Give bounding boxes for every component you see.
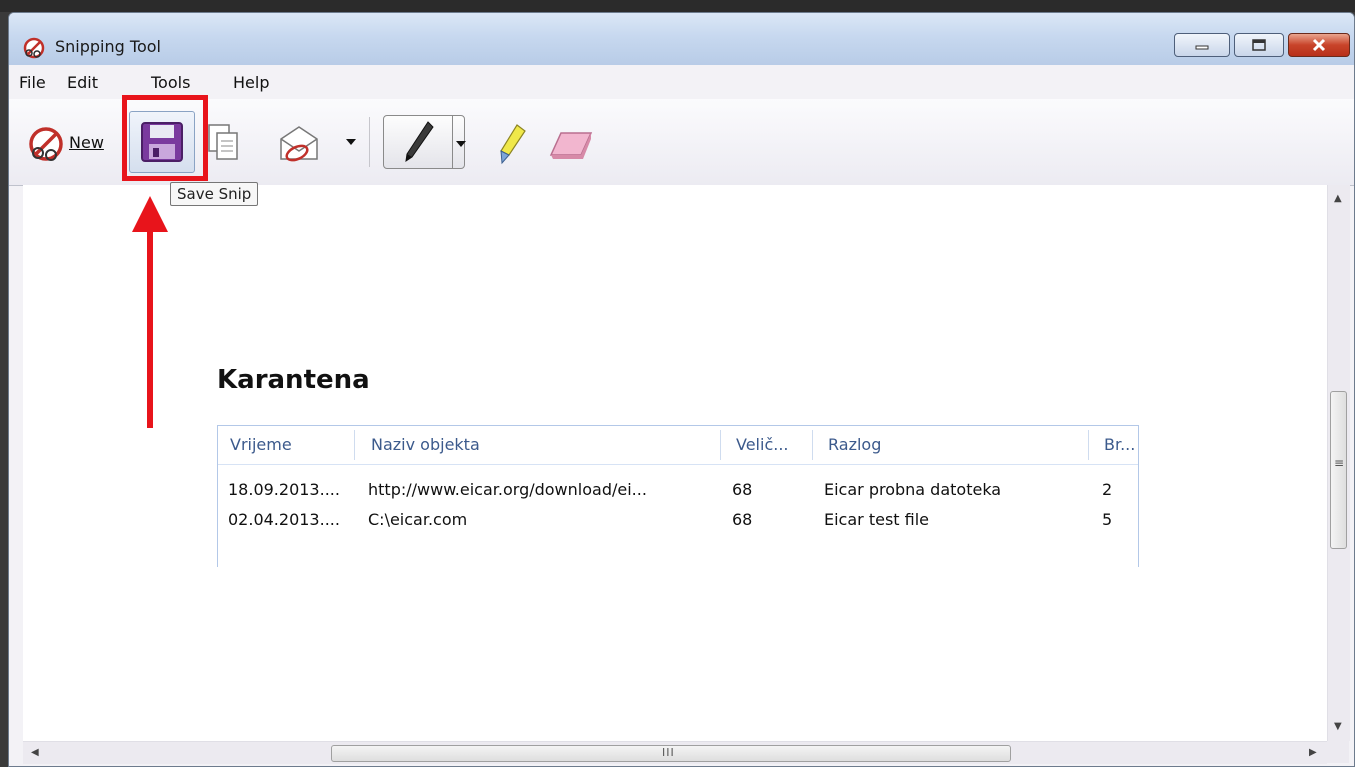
pen-icon bbox=[405, 121, 434, 163]
column-header: Velič... bbox=[736, 435, 789, 454]
table-cell: 68 bbox=[732, 480, 753, 499]
table-cell: C:\eicar.com bbox=[368, 510, 468, 529]
scroll-right-icon[interactable]: ▶ bbox=[1309, 747, 1317, 758]
minimize-icon bbox=[1195, 45, 1209, 50]
maximize-icon bbox=[1252, 39, 1266, 51]
resize-grip-icon[interactable] bbox=[1327, 741, 1349, 763]
copy-icon[interactable] bbox=[207, 123, 241, 163]
eraser-icon[interactable] bbox=[547, 127, 595, 161]
highlighter-icon[interactable] bbox=[495, 121, 529, 167]
thumb-grip-icon: III bbox=[662, 746, 675, 759]
table-cell: Eicar test file bbox=[824, 510, 929, 529]
new-snip-icon bbox=[29, 127, 63, 161]
scroll-left-icon[interactable]: ◀ bbox=[31, 747, 39, 758]
horizontal-scrollbar[interactable]: ◀ III ▶ bbox=[23, 741, 1327, 764]
horizontal-scroll-thumb[interactable]: III bbox=[331, 745, 1011, 762]
save-snip-tooltip: Save Snip bbox=[170, 182, 259, 206]
column-divider bbox=[1088, 430, 1089, 460]
new-snip-button[interactable]: New bbox=[23, 123, 104, 163]
pen-dropdown-divider bbox=[452, 116, 453, 168]
table-cell: http://www.eicar.org/download/ei... bbox=[368, 480, 647, 499]
menu-edit[interactable]: Edit bbox=[67, 73, 98, 92]
menu-tools[interactable]: Tools bbox=[151, 73, 190, 92]
minimize-button[interactable] bbox=[1174, 33, 1230, 57]
window-title: Snipping Tool bbox=[55, 37, 161, 56]
maximize-button[interactable] bbox=[1234, 33, 1284, 57]
column-divider bbox=[720, 430, 721, 460]
quarantine-table: Vrijeme Naziv objekta Velič... Razlog Br… bbox=[217, 425, 1139, 567]
table-cell: 5 bbox=[1102, 510, 1113, 529]
vertical-scroll-thumb[interactable]: ≡ bbox=[1330, 391, 1347, 549]
column-header: Razlog bbox=[828, 435, 882, 454]
send-snip-icon[interactable] bbox=[277, 123, 321, 163]
send-snip-dropdown-icon[interactable] bbox=[345, 137, 357, 147]
table-cell: Eicar probna datoteka bbox=[824, 480, 1002, 499]
table-header: Vrijeme Naziv objekta Velič... Razlog Br… bbox=[218, 426, 1138, 465]
save-highlight-box bbox=[122, 95, 208, 181]
scroll-up-icon[interactable]: ▲ bbox=[1334, 193, 1342, 204]
desktop-background bbox=[0, 0, 1355, 12]
menu-bar: File Edit Tools Help bbox=[9, 65, 1354, 99]
close-icon bbox=[1312, 38, 1326, 52]
snip-heading: Karantena bbox=[217, 365, 370, 395]
column-divider bbox=[354, 430, 355, 460]
toolbar-separator bbox=[369, 117, 370, 167]
menu-file[interactable]: File bbox=[19, 73, 46, 92]
column-header: Vrijeme bbox=[230, 435, 292, 454]
snipping-tool-scissors-icon bbox=[23, 37, 45, 59]
close-button[interactable] bbox=[1288, 33, 1350, 57]
thumb-grip-icon: ≡ bbox=[1334, 456, 1345, 470]
snipping-tool-window: Snipping Tool File Edit Tools Help New K… bbox=[8, 12, 1355, 767]
table-cell: 2 bbox=[1102, 480, 1113, 499]
toolbar: New bbox=[9, 99, 1354, 186]
table-cell: 18.09.2013.... bbox=[228, 480, 340, 499]
new-snip-label: New bbox=[69, 133, 104, 152]
red-arrow-annotation bbox=[132, 196, 168, 428]
column-header: Br... bbox=[1104, 435, 1136, 454]
vertical-scrollbar[interactable]: ▲ ≡ ▼ bbox=[1327, 185, 1350, 741]
menu-help[interactable]: Help bbox=[233, 73, 269, 92]
table-cell: 02.04.2013.... bbox=[228, 510, 340, 529]
pen-dropdown-icon[interactable] bbox=[455, 139, 467, 149]
title-bar[interactable]: Snipping Tool bbox=[9, 13, 1354, 65]
column-divider bbox=[812, 430, 813, 460]
scroll-down-icon[interactable]: ▼ bbox=[1334, 721, 1342, 732]
table-cell: 68 bbox=[732, 510, 753, 529]
snip-canvas: Karantena Vrijeme Naziv objekta Velič...… bbox=[23, 185, 1327, 741]
column-header: Naziv objekta bbox=[371, 435, 480, 454]
